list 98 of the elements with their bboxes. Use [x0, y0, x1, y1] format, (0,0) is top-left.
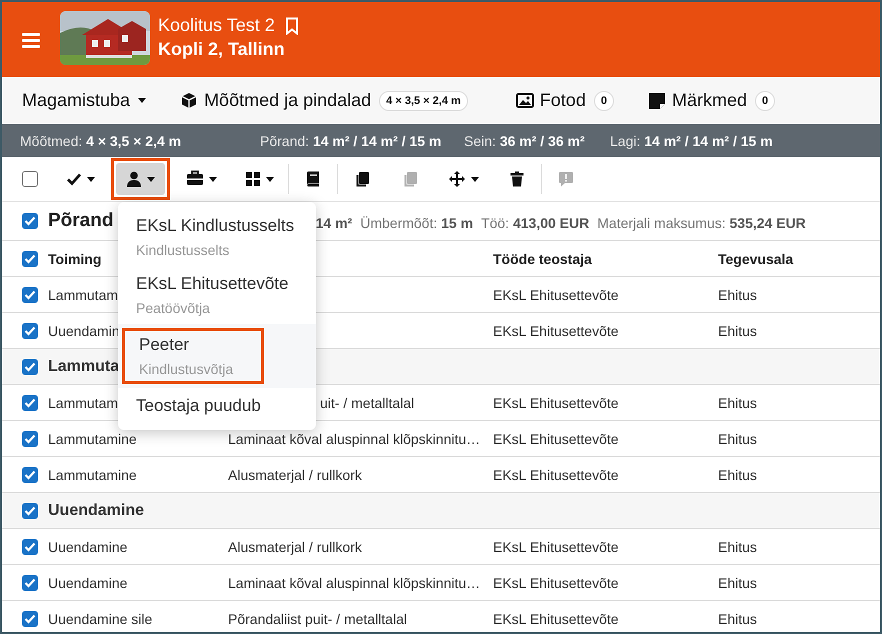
project-title: Koolitus Test 2: [158, 15, 275, 36]
table-cell: Uuendamine: [48, 538, 128, 554]
note-icon: [648, 92, 666, 110]
comment-icon: [558, 171, 574, 187]
table-cell: Ehitus: [718, 610, 757, 626]
row-checkbox[interactable]: [22, 610, 38, 626]
menu-item-title: EKsL Kindlustusselts: [136, 216, 296, 236]
table-cell: Ehitus: [718, 574, 757, 590]
table-cell: Ehitus: [718, 466, 757, 482]
menu-item[interactable]: EKsL Ehitusettevõte Peatöövõtja: [118, 266, 316, 324]
table-cell: EKsL Ehitusettevõte: [493, 538, 619, 554]
table-cell: EKsL Ehitusettevõte: [493, 574, 619, 590]
section-stat: Materjali maksumus: 535,24 EUR: [597, 215, 806, 231]
copy-icon: [354, 171, 370, 187]
trash-icon: [509, 171, 525, 187]
image-icon: [516, 92, 534, 110]
nav-tab[interactable]: Märkmed 0: [644, 86, 780, 115]
summary-stat: Sein: 36 m² / 36 m²: [464, 132, 586, 148]
caret-icon: [147, 176, 155, 182]
table-cell: Ehitus: [718, 430, 757, 446]
group-title: Uuendamine: [48, 502, 144, 520]
row-checkbox[interactable]: [22, 538, 38, 554]
menu-item-subtitle: Kindlustusselts: [136, 242, 230, 258]
table-cell: EKsL Ehitusettevõte: [493, 466, 619, 482]
summary-stat: Põrand: 14 m² / 14 m² / 15 m: [260, 132, 442, 148]
row-checkbox[interactable]: [22, 574, 38, 590]
table-cell: Lammutamine: [48, 466, 137, 482]
group-title: Lammuta: [48, 358, 120, 376]
table-cell: Ehitus: [718, 286, 757, 302]
menu-icon[interactable]: [22, 32, 40, 48]
table-cell: Lammutamine: [48, 430, 137, 446]
summary-stat: Mõõtmed: 4 × 3,5 × 2,4 m: [20, 132, 182, 148]
table-cell: Alusmaterjal / rullkork: [228, 466, 362, 482]
row-checkbox[interactable]: [22, 394, 38, 410]
table-cell: Alusmaterjal / rullkork: [228, 538, 362, 554]
column-header: Tegevusala: [718, 250, 794, 266]
table-cell: Laminaat kõval aluspinnal klõpskinnitu…: [228, 574, 480, 590]
table-cell: Põrandaliist puit- / metalltalal: [228, 610, 407, 626]
caret-icon: [138, 98, 146, 103]
menu-item-title: Peeter: [139, 335, 190, 355]
row-checkbox[interactable]: [22, 322, 38, 338]
menu-item[interactable]: EKsL Kindlustusselts Kindlustusselts: [118, 208, 316, 266]
bookmark-icon[interactable]: [284, 16, 299, 34]
table-cell: EKsL Ehitusettevõte: [493, 430, 619, 446]
move-icon: [448, 170, 466, 188]
table-cell: EKsL Ehitusettevõte: [493, 610, 619, 626]
row-checkbox[interactable]: [22, 286, 38, 302]
table-cell: Uuendamine: [48, 574, 128, 590]
row-checkbox[interactable]: [22, 430, 38, 446]
table-cell: EKsL Ehitusettevõte: [493, 322, 619, 338]
menu-item-subtitle: Peatöövõtja: [136, 300, 211, 316]
menu-item-title: Teostaja puudub: [136, 396, 262, 416]
count-badge: 0: [594, 90, 614, 110]
menu-item-title: EKsL Ehitusettevõte: [136, 274, 290, 294]
table-cell: Lammutam: [48, 286, 118, 302]
table-cell: uit- / metalltalal: [320, 394, 414, 410]
section-title: Põrand: [48, 210, 114, 232]
paste-icon: [402, 171, 418, 187]
row-checkbox[interactable]: [22, 250, 38, 266]
table-cell: EKsL Ehitusettevõte: [493, 394, 619, 410]
book-icon: [305, 171, 321, 187]
column-header: Tööde teostaja: [493, 250, 592, 266]
table-cell: Laminaat kõval aluspinnal klõpskinnitu…: [228, 430, 480, 446]
table-cell: EKsL Ehitusettevõte: [493, 286, 619, 302]
room-dropdown[interactable]: Magamistuba: [18, 86, 150, 115]
select-all-checkbox[interactable]: [22, 171, 38, 187]
briefcase-icon: [186, 170, 204, 188]
table-cell: Uuendamine sile: [48, 610, 152, 626]
nav-tab[interactable]: Mõõtmed ja pindalad 4 × 3,5 × 2,4 m: [176, 86, 472, 115]
section-checkbox[interactable]: [22, 213, 38, 229]
project-address: Kopli 2, Tallinn: [158, 39, 286, 60]
table-cell: Uuendamin: [48, 322, 120, 338]
table-cell: Ehitus: [718, 538, 757, 554]
person-icon: [126, 171, 142, 187]
row-checkbox[interactable]: [22, 502, 38, 518]
menu-item[interactable]: Teostaja puudub: [118, 388, 316, 424]
table-cell: Ehitus: [718, 394, 757, 410]
table-cell: Ehitus: [718, 322, 757, 338]
column-header: Toiming: [48, 250, 102, 266]
count-badge: 0: [754, 90, 776, 110]
count-badge: 4 × 3,5 × 2,4 m: [379, 90, 468, 110]
caret-icon: [209, 176, 217, 182]
section-stat: Töö: 413,00 EUR: [481, 215, 590, 231]
table-cell: Lammutam: [48, 394, 118, 410]
caret-icon: [266, 176, 274, 182]
cube-icon: [180, 92, 198, 110]
menu-item[interactable]: Peeter Kindlustusvõtja: [118, 324, 316, 388]
caret-icon: [87, 176, 95, 182]
menu-item-subtitle: Kindlustusvõtja: [139, 361, 234, 377]
caret-icon: [471, 176, 479, 182]
section-stat: 14 m²: [316, 215, 352, 231]
check-icon: [66, 171, 82, 187]
grid-icon: [245, 171, 261, 187]
section-stat: Ümbermõõt: 15 m: [360, 215, 474, 231]
row-checkbox[interactable]: [22, 358, 38, 374]
row-checkbox[interactable]: [22, 466, 38, 482]
summary-stat: Lagi: 14 m² / 14 m² / 15 m: [610, 132, 773, 148]
nav-tab[interactable]: Fotod 0: [512, 86, 618, 115]
